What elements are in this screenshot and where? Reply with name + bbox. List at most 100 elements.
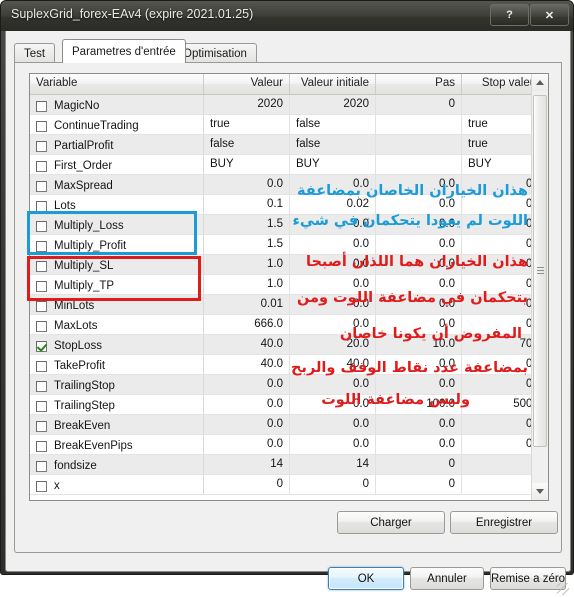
step-cell[interactable]: 0.0 [376,195,462,214]
table-row[interactable]: First_Order BUY BUY BUY [30,155,548,175]
step-cell[interactable]: 0.0 [376,315,462,334]
value-cell[interactable]: false [204,135,290,154]
variable-cell[interactable]: MaxLots [30,315,204,334]
remise-a-zero-button[interactable]: Remise a zéro [490,567,566,590]
initial-value-cell[interactable]: 0.0 [290,255,376,274]
help-button[interactable]: ? [490,4,529,26]
value-cell[interactable]: 0.0 [204,175,290,194]
step-cell[interactable]: 0.0 [376,355,462,374]
initial-value-cell[interactable]: false [290,115,376,134]
variable-cell[interactable]: First_Order [30,155,204,174]
table-row[interactable]: Multiply_SL1.00.00.00.0 [30,255,548,275]
step-cell[interactable] [376,155,462,174]
variable-cell[interactable]: MinLots [30,295,204,314]
table-row[interactable]: TrailingStop0.00.00.00.0 [30,375,548,395]
step-cell[interactable]: 0.0 [376,215,462,234]
ok-button[interactable]: OK [328,567,404,590]
row-checkbox[interactable] [36,360,47,372]
value-cell[interactable]: 1.0 [204,255,290,274]
initial-value-cell[interactable]: 0.0 [290,415,376,434]
table-row[interactable]: StopLoss40.020.010.070.0 [30,335,548,355]
table-row[interactable]: BreakEvenPips0.00.00.00.0 [30,435,548,455]
initial-value-cell[interactable]: 0.02 [290,195,376,214]
value-cell[interactable]: 1.5 [204,215,290,234]
enregistrer-button[interactable]: Enregistrer [450,511,558,534]
table-row[interactable]: MaxSpread0.00.00.00.0 [30,175,548,195]
step-cell[interactable] [376,115,462,134]
variable-cell[interactable]: ContinueTrading [30,115,204,134]
step-cell[interactable]: 0.0 [376,435,462,454]
value-cell[interactable]: true [204,115,290,134]
value-cell[interactable]: 1.5 [204,235,290,254]
charger-button[interactable]: Charger [337,511,445,534]
row-checkbox[interactable] [36,260,47,272]
table-row[interactable]: MaxLots666.00.00.00.0 [30,315,548,335]
initial-value-cell[interactable]: 0.0 [290,375,376,394]
table-row[interactable]: MagicNo2020202000 [30,95,548,115]
table-row[interactable]: PartialProfit false false true [30,135,548,155]
value-cell[interactable]: 14 [204,455,290,474]
grid-vertical-scrollbar[interactable] [531,74,548,500]
tab-test[interactable]: Test [14,43,56,63]
initial-value-cell[interactable]: 0.0 [290,275,376,294]
initial-value-cell[interactable]: 2020 [290,95,376,114]
variable-cell[interactable]: BreakEven [30,415,204,434]
row-checkbox[interactable] [36,240,47,252]
step-cell[interactable]: 0 [376,95,462,114]
table-row[interactable]: x0000 [30,475,548,495]
step-cell[interactable]: 0 [376,475,462,494]
row-checkbox[interactable] [36,120,47,132]
annuler-button[interactable]: Annuler [410,567,484,590]
row-checkbox[interactable] [36,280,47,292]
value-cell[interactable]: BUY [204,155,290,174]
step-cell[interactable] [376,135,462,154]
row-checkbox[interactable] [36,440,47,452]
step-cell[interactable]: 0.0 [376,175,462,194]
resize-grip-icon[interactable] [557,583,569,595]
initial-value-cell[interactable]: 20.0 [290,335,376,354]
initial-value-cell[interactable]: 14 [290,455,376,474]
column-header-variable[interactable]: Variable [30,74,204,94]
initial-value-cell[interactable]: 0.0 [290,215,376,234]
variable-cell[interactable]: MaxSpread [30,175,204,194]
value-cell[interactable]: 40.0 [204,335,290,354]
value-cell[interactable]: 666.0 [204,315,290,334]
step-cell[interactable]: 0.0 [376,295,462,314]
table-row[interactable]: BreakEven0.00.00.00.0 [30,415,548,435]
row-checkbox[interactable] [36,460,47,472]
row-checkbox[interactable] [36,160,47,172]
step-cell[interactable]: 10.0 [376,335,462,354]
variable-cell[interactable]: fondsize [30,455,204,474]
step-cell[interactable]: 0.0 [376,275,462,294]
column-header-pas[interactable]: Pas [376,74,462,94]
row-checkbox[interactable] [36,180,47,192]
row-checkbox[interactable] [36,300,47,312]
initial-value-cell[interactable]: 0.0 [290,435,376,454]
initial-value-cell[interactable]: 0.0 [290,235,376,254]
table-row[interactable]: Multiply_Loss1.50.00.00.0 [30,215,548,235]
variable-cell[interactable]: Multiply_Loss [30,215,204,234]
value-cell[interactable]: 2020 [204,95,290,114]
step-cell[interactable]: 0.0 [376,235,462,254]
row-checkbox[interactable] [36,100,47,112]
row-checkbox[interactable] [36,340,47,352]
value-cell[interactable]: 0.1 [204,195,290,214]
step-cell[interactable]: 0 [376,455,462,474]
initial-value-cell[interactable]: 0.0 [290,395,376,414]
row-checkbox[interactable] [36,140,47,152]
table-row[interactable]: Lots0.10.020.00.0 [30,195,548,215]
row-checkbox[interactable] [36,480,47,492]
step-cell[interactable]: 0.0 [376,415,462,434]
initial-value-cell[interactable]: BUY [290,155,376,174]
variable-cell[interactable]: PartialProfit [30,135,204,154]
row-checkbox[interactable] [36,200,47,212]
row-checkbox[interactable] [36,420,47,432]
initial-value-cell[interactable]: 0.0 [290,175,376,194]
value-cell[interactable]: 0.01 [204,295,290,314]
variable-cell[interactable]: StopLoss [30,335,204,354]
scroll-up-arrow-icon[interactable] [532,74,548,91]
tab-parametres-dentree[interactable]: Parametres d'entrée [62,39,186,63]
table-row[interactable]: TakeProfit40.040.00.00.0 [30,355,548,375]
table-row[interactable]: Multiply_Profit1.50.00.00.0 [30,235,548,255]
variable-cell[interactable]: TrailingStop [30,375,204,394]
